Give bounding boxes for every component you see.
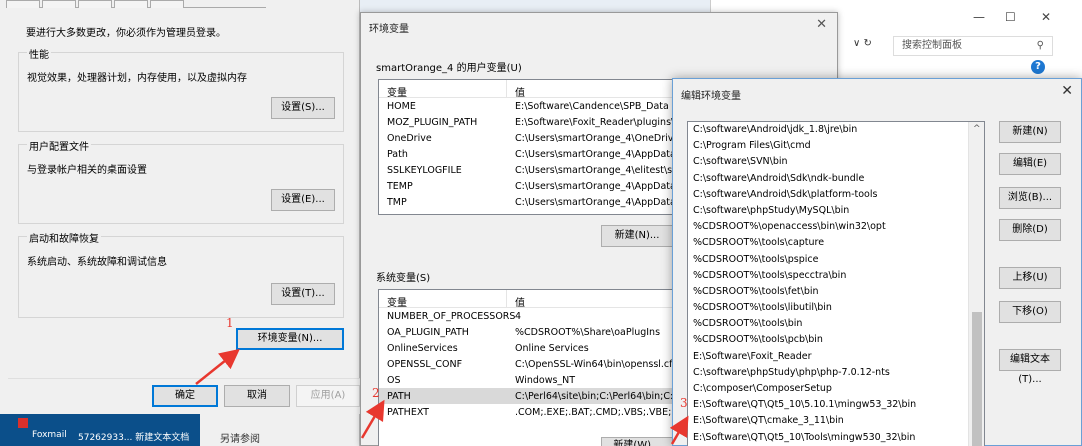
taskbar-item-file[interactable]: 57262933... 新建文本文档	[78, 430, 189, 443]
admin-note: 要进行大多数更改，你必须作为管理员登录。	[26, 28, 226, 39]
list-item[interactable]: C:\software\Android\Sdk\ndk-bundle	[688, 171, 984, 187]
cancel-button[interactable]: 取消	[224, 385, 290, 407]
list-item[interactable]: %CDSROOT%\tools\fet\bin	[688, 284, 984, 300]
scrollbar-thumb[interactable]	[972, 312, 982, 446]
col-variable[interactable]: 变量	[387, 294, 407, 309]
tab[interactable]	[78, 0, 112, 8]
list-item[interactable]: E:\Software\QT\cmake_3_11\bin	[688, 413, 984, 429]
ok-button[interactable]: 确定	[152, 385, 218, 407]
list-item[interactable]: C:\software\SVN\bin	[688, 154, 984, 170]
search-input[interactable]: 搜索控制面板 ⚲	[893, 36, 1053, 56]
list-item[interactable]: E:\Software\Foxit_Reader	[688, 349, 984, 365]
path-list[interactable]: C:\software\Android\jdk_1.8\jre\bin C:\P…	[687, 121, 985, 446]
tab[interactable]	[6, 0, 40, 8]
list-item[interactable]: C:\software\Android\jdk_1.8\jre\bin	[688, 122, 984, 138]
col-value[interactable]: 值	[515, 84, 525, 99]
close-icon[interactable]: ✕	[816, 17, 827, 32]
list-item[interactable]: %CDSROOT%\tools\libutil\bin	[688, 300, 984, 316]
move-down-button[interactable]: 下移(O)	[999, 301, 1061, 323]
delete-button[interactable]: 删除(D)	[999, 219, 1061, 241]
tab[interactable]	[150, 0, 184, 8]
list-item[interactable]: %CDSROOT%\tools\specctra\bin	[688, 268, 984, 284]
system-new-button[interactable]: 新建(W)...	[601, 437, 673, 446]
search-icon: ⚲	[1036, 40, 1044, 51]
maximize-icon[interactable]: ☐	[1005, 10, 1016, 24]
close-icon[interactable]: ✕	[1041, 10, 1051, 24]
user-variables-label: smartOrange_4 的用户变量(U)	[376, 63, 522, 74]
tab[interactable]	[42, 0, 76, 8]
list-item[interactable]: %CDSROOT%\openaccess\bin\win32\opt	[688, 219, 984, 235]
annotation-number-3: 3	[680, 396, 688, 410]
startup-recovery-group: 启动和故障恢复 系统启动、系统故障和调试信息 设置(T)...	[18, 230, 344, 318]
list-item[interactable]: %CDSROOT%\tools\capture	[688, 235, 984, 251]
tab-strip	[6, 0, 266, 8]
background-window-strip	[360, 0, 710, 12]
new-button[interactable]: 新建(N)	[999, 121, 1061, 143]
list-item[interactable]: C:\Program Files\Git\cmd	[688, 138, 984, 154]
edit-environment-variable-dialog: 编辑环境变量 ✕ C:\software\Android\jdk_1.8\jre…	[672, 78, 1082, 446]
search-placeholder: 搜索控制面板	[902, 40, 962, 51]
move-up-button[interactable]: 上移(U)	[999, 267, 1061, 289]
system-properties-dialog: 要进行大多数更改，你必须作为管理员登录。 性能 视觉效果，处理器计划，内存使用，…	[0, 0, 360, 446]
annotation-number-2: 2	[372, 386, 380, 400]
user-profiles-settings-button[interactable]: 设置(E)...	[271, 189, 335, 211]
dialog-title: 环境变量	[369, 24, 409, 35]
list-item[interactable]: %CDSROOT%\tools\pspice	[688, 252, 984, 268]
user-new-button[interactable]: 新建(N)...	[601, 225, 673, 247]
performance-desc: 视觉效果，处理器计划，内存使用，以及虚拟内存	[27, 73, 247, 84]
foxmail-icon[interactable]	[18, 418, 28, 428]
startup-recovery-settings-button[interactable]: 设置(T)...	[271, 283, 335, 305]
apply-button[interactable]: 应用(A)	[296, 385, 360, 407]
close-icon[interactable]: ✕	[1061, 83, 1073, 99]
address-dropdown-refresh[interactable]: ∨ ↻	[853, 38, 872, 49]
see-also-label: 另请参阅	[220, 434, 260, 445]
user-profiles-title: 用户配置文件	[27, 138, 91, 153]
taskbar-item-foxmail[interactable]: Foxmail	[32, 430, 67, 440]
system-variables-label: 系统变量(S)	[376, 273, 431, 284]
user-profiles-group: 用户配置文件 与登录帐户相关的桌面设置 设置(E)...	[18, 138, 344, 224]
minimize-icon[interactable]: —	[973, 10, 985, 24]
help-icon[interactable]: ?	[1031, 60, 1045, 74]
col-variable[interactable]: 变量	[387, 84, 407, 99]
list-item[interactable]: C:\software\Android\Sdk\platform-tools	[688, 187, 984, 203]
list-item[interactable]: %CDSROOT%\tools\pcb\bin	[688, 332, 984, 348]
browse-button[interactable]: 浏览(B)...	[999, 187, 1061, 209]
startup-recovery-title: 启动和故障恢复	[27, 230, 101, 245]
list-item[interactable]: E:\Software\QT\Qt5_10\Tools\mingw530_32\…	[688, 430, 984, 446]
scroll-up-icon[interactable]: ^	[973, 124, 981, 134]
scrollbar[interactable]: ^	[968, 122, 984, 446]
startup-recovery-desc: 系统启动、系统故障和调试信息	[27, 257, 167, 268]
user-profiles-desc: 与登录帐户相关的桌面设置	[27, 165, 147, 176]
tab[interactable]	[114, 0, 148, 8]
edit-text-button[interactable]: 编辑文本(T)...	[999, 349, 1061, 385]
performance-group: 性能 视觉效果，处理器计划，内存使用，以及虚拟内存 设置(S)...	[18, 46, 344, 132]
list-item[interactable]: C:\software\phpStudy\php\php-7.0.12-nts	[688, 365, 984, 381]
performance-settings-button[interactable]: 设置(S)...	[271, 97, 335, 119]
taskbar-strip: Foxmail 57262933... 新建文本文档	[0, 414, 200, 446]
col-value[interactable]: 值	[515, 294, 525, 309]
list-item[interactable]: C:\composer\ComposerSetup	[688, 381, 984, 397]
environment-variables-button[interactable]: 环境变量(N)...	[236, 328, 344, 350]
dialog-title: 编辑环境变量	[681, 91, 741, 102]
list-item[interactable]: E:\Software\QT\Qt5_10\5.10.1\mingw53_32\…	[688, 397, 984, 413]
annotation-number-1: 1	[226, 316, 234, 330]
list-item[interactable]: C:\software\phpStudy\MySQL\bin	[688, 203, 984, 219]
list-item[interactable]: %CDSROOT%\tools\bin	[688, 316, 984, 332]
performance-title: 性能	[27, 46, 51, 61]
edit-button[interactable]: 编辑(E)	[999, 153, 1061, 175]
